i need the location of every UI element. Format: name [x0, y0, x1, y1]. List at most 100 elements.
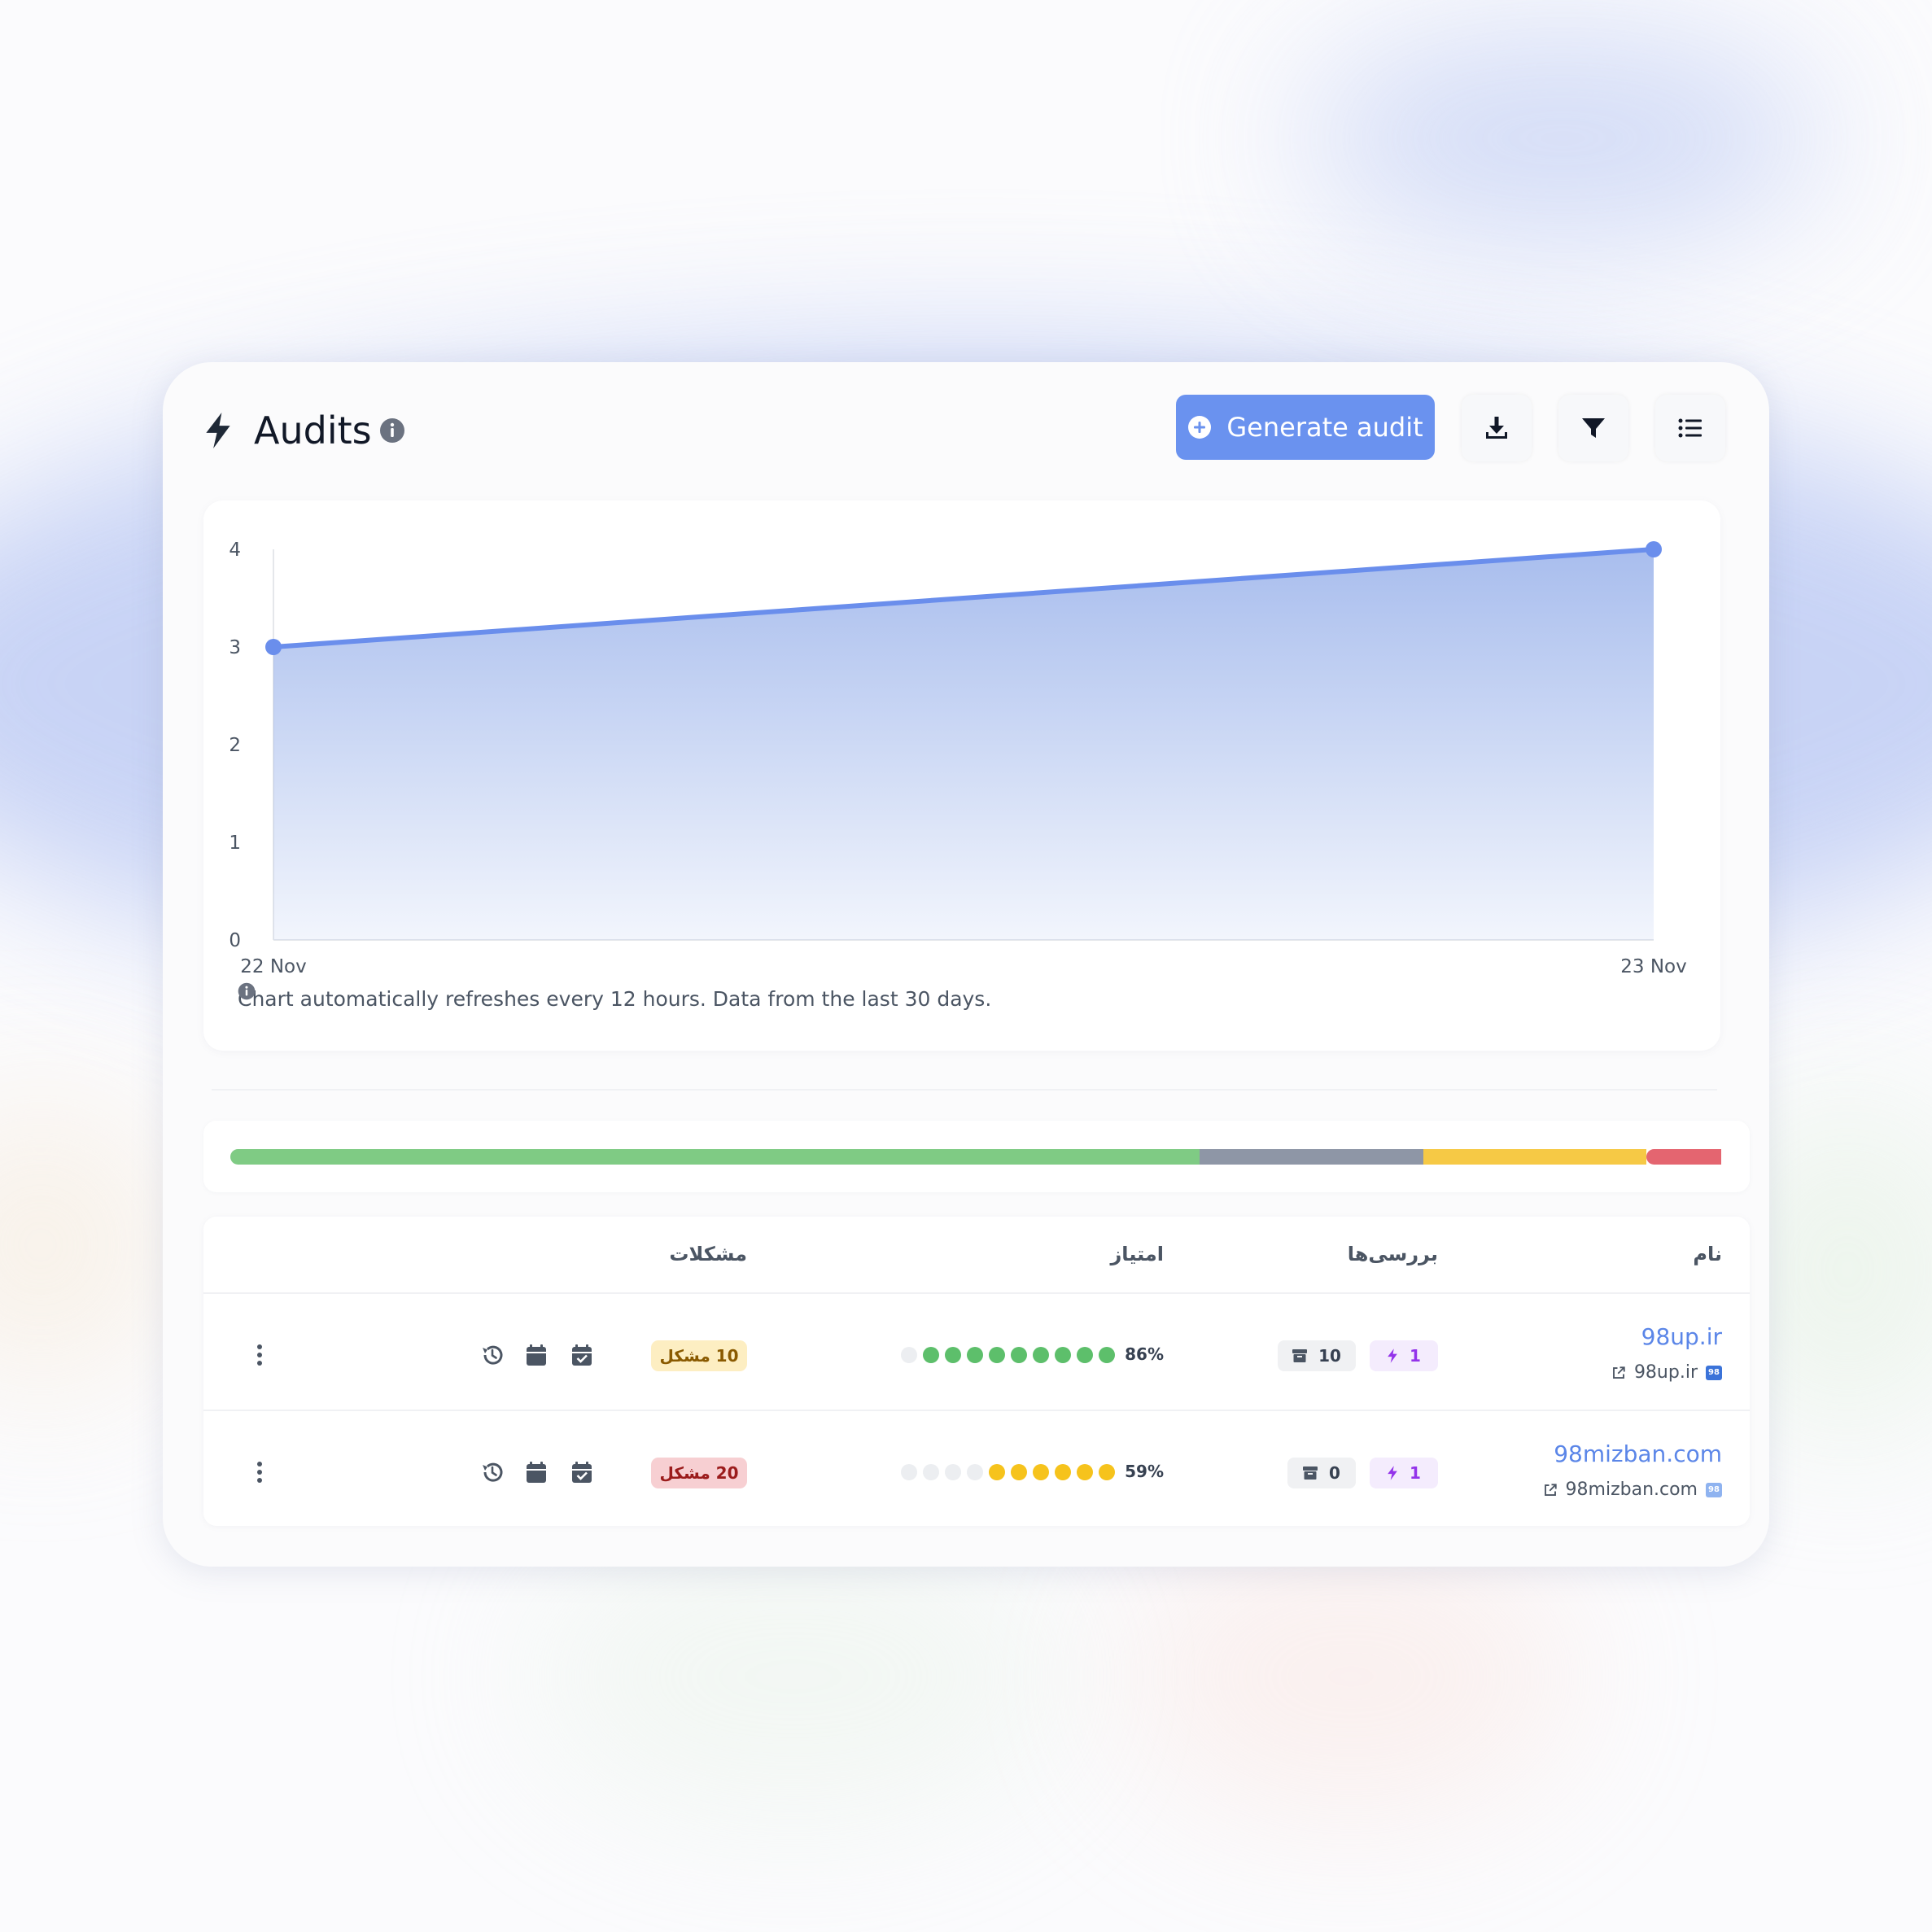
- site-favicon: 98: [1706, 1365, 1722, 1380]
- audits-line-chart: 0 1 2 3 4 22 Nov 23 Nov: [229, 540, 1686, 977]
- score-percent: 86%: [1125, 1344, 1164, 1364]
- history-icon[interactable]: [480, 1460, 505, 1484]
- archive-count: 0: [1329, 1463, 1340, 1483]
- panel-header: Audits Generate audit: [203, 395, 1725, 466]
- site-favicon: 98: [1706, 1482, 1722, 1497]
- filter-button[interactable]: [1558, 395, 1628, 461]
- score-dot: [1033, 1464, 1049, 1480]
- bolt-icon: [1388, 1466, 1397, 1480]
- plus-circle-icon: [1188, 416, 1212, 439]
- distribution-segment-good: [230, 1149, 1200, 1165]
- y-tick-label: 1: [229, 833, 241, 854]
- calendar-check-icon[interactable]: [570, 1460, 594, 1484]
- score-dot: [1099, 1464, 1115, 1480]
- score-dot: [1011, 1347, 1027, 1363]
- audits-count: 1: [1410, 1346, 1421, 1366]
- score-dot: [1099, 1347, 1115, 1363]
- score-dot: [1077, 1347, 1093, 1363]
- score-dot: [901, 1464, 917, 1480]
- score-dot: [1055, 1464, 1071, 1480]
- download-icon: [1486, 417, 1507, 439]
- more-vertical-icon[interactable]: [254, 1460, 265, 1484]
- distribution-segment-warning: [1423, 1149, 1647, 1165]
- site-domain-text: 98mizban.com: [1565, 1480, 1698, 1500]
- site-name-link[interactable]: 98mizban.com: [1554, 1440, 1722, 1467]
- y-tick-label: 4: [229, 540, 241, 561]
- site-domain-text: 98up.ir: [1633, 1362, 1698, 1383]
- site-domain[interactable]: 98mizban.com 98: [1543, 1480, 1722, 1500]
- audits-chart-card: 0 1 2 3 4 22 Nov 23 Nov Chart automatically r…: [203, 500, 1720, 1051]
- data-point[interactable]: [265, 639, 282, 655]
- calendar-icon[interactable]: [524, 1460, 549, 1484]
- info-icon[interactable]: [379, 417, 405, 444]
- archive-count-badge[interactable]: 0: [1287, 1458, 1356, 1488]
- x-tick-label: 22 Nov: [240, 956, 306, 977]
- archive-icon: [1292, 1349, 1308, 1362]
- background-glow: [529, 1530, 1058, 1823]
- score-dot: [1077, 1464, 1093, 1480]
- distribution-segment-neutral: [1199, 1149, 1423, 1165]
- score-dot: [1055, 1347, 1071, 1363]
- background-glow: [1302, 33, 1823, 244]
- background-glow: [1123, 1530, 1579, 1823]
- bolt-icon: [1388, 1348, 1397, 1363]
- score-dot: [1033, 1347, 1049, 1363]
- site-domain[interactable]: 98up.ir 98: [1611, 1362, 1722, 1383]
- more-vertical-icon[interactable]: [254, 1343, 265, 1367]
- data-point[interactable]: [1646, 541, 1662, 557]
- info-icon: [238, 982, 256, 1000]
- y-tick-label: 0: [229, 930, 241, 951]
- audits-panel: Audits Generate audit 0 1 2 3 4 22 Nov 2…: [163, 362, 1769, 1567]
- download-button[interactable]: [1462, 395, 1532, 461]
- table-row[interactable]: 98up.ir 98up.ir 98 1 10 86% 10 مشکل: [203, 1294, 1750, 1411]
- filter-icon: [1582, 418, 1605, 438]
- section-divider: [212, 1089, 1717, 1091]
- score-dots: [901, 1347, 1115, 1363]
- score-dot: [945, 1347, 961, 1363]
- column-header-name[interactable]: نام: [1693, 1243, 1722, 1265]
- external-link-icon: [1544, 1483, 1557, 1496]
- x-tick-label: 23 Nov: [1620, 956, 1686, 977]
- score-dot: [945, 1464, 961, 1480]
- audits-table: نام بررسی‌ها امتیاز مشکلات 98up.ir 98up.…: [203, 1217, 1750, 1526]
- score-dot: [1011, 1464, 1027, 1480]
- score-dot: [901, 1347, 917, 1363]
- audits-count: 1: [1410, 1463, 1421, 1483]
- site-name-link[interactable]: 98up.ir: [1641, 1323, 1722, 1350]
- archive-icon: [1303, 1466, 1318, 1480]
- status-distribution-bar: [230, 1149, 1721, 1165]
- page-title: Audits: [254, 409, 372, 452]
- score-dot: [923, 1464, 939, 1480]
- calendar-check-icon[interactable]: [570, 1343, 594, 1367]
- column-header-score[interactable]: امتیاز: [1110, 1243, 1164, 1265]
- issues-badge[interactable]: 10 مشکل: [651, 1340, 747, 1371]
- audits-count-badge[interactable]: 1: [1370, 1458, 1438, 1488]
- y-tick-label: 2: [229, 735, 241, 756]
- distribution-segment-bad: [1646, 1149, 1721, 1165]
- history-icon[interactable]: [480, 1343, 505, 1367]
- status-distribution-card: [203, 1121, 1750, 1192]
- y-tick-label: 3: [229, 637, 241, 658]
- score-dot: [923, 1347, 939, 1363]
- score-dots: [901, 1464, 1115, 1480]
- series-area: [273, 549, 1654, 940]
- issues-badge[interactable]: 20 مشکل: [651, 1458, 747, 1488]
- score-dot: [989, 1347, 1005, 1363]
- column-header-issues[interactable]: مشکلات: [669, 1243, 747, 1265]
- list-view-button[interactable]: [1655, 395, 1725, 461]
- archive-count-badge[interactable]: 10: [1278, 1340, 1356, 1371]
- calendar-icon[interactable]: [524, 1343, 549, 1367]
- external-link-icon: [1613, 1366, 1625, 1379]
- score-dot: [967, 1347, 983, 1363]
- generate-audit-label: Generate audit: [1226, 412, 1423, 443]
- chart-note-text: Chart automatically refreshes every 12 h…: [238, 986, 992, 1011]
- score-percent: 59%: [1125, 1462, 1164, 1481]
- list-icon: [1678, 418, 1702, 438]
- column-header-audits[interactable]: بررسی‌ها: [1348, 1243, 1438, 1265]
- table-row[interactable]: 98mizban.com 98mizban.com 98 1 0 59% 20 …: [203, 1411, 1750, 1527]
- bolt-icon: [206, 413, 230, 448]
- archive-count: 10: [1318, 1346, 1341, 1366]
- background-glow: [0, 1099, 179, 1392]
- audits-count-badge[interactable]: 1: [1370, 1340, 1438, 1371]
- generate-audit-button[interactable]: Generate audit: [1176, 395, 1435, 460]
